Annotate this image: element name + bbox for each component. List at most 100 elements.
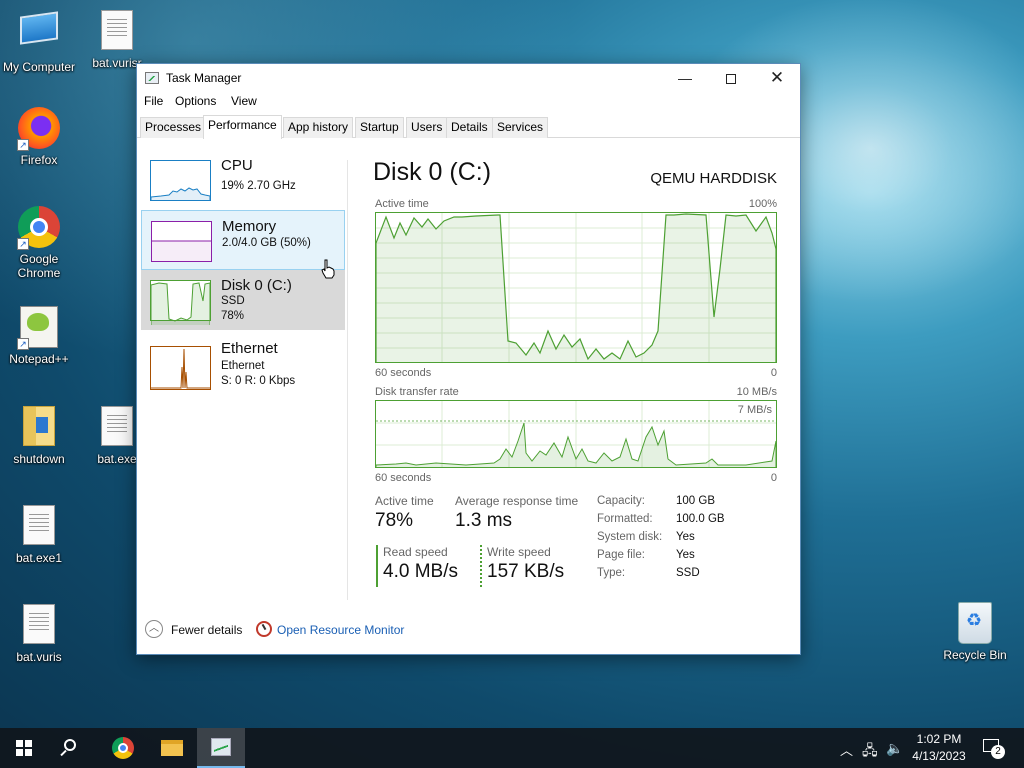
stat-read-value: 4.0 MB/s [383, 561, 458, 582]
chrome-icon [112, 737, 134, 759]
shortcut-arrow-icon: ↗ [17, 139, 29, 151]
desktop-icon-label: bat.vuris [16, 650, 62, 664]
active-time-graph [375, 212, 777, 363]
task-manager-window: Task Manager — ✕ File Options View Proce… [136, 63, 801, 655]
disk-title: Disk 0 (C:) [373, 158, 492, 186]
resource-detail: 2.0/4.0 GB (50%) [222, 237, 311, 249]
minimize-button[interactable]: — [662, 64, 708, 92]
hand-cursor-icon [321, 259, 335, 279]
tab-users[interactable]: Users [406, 117, 448, 138]
detail-system-disk-value: Yes [676, 531, 695, 543]
tab-app-history[interactable]: App history [283, 117, 354, 138]
volume-icon[interactable]: 🔈 [886, 740, 903, 757]
desktop-icon-label: Google Chrome [17, 252, 61, 280]
chevron-up-icon[interactable]: ︿ [840, 740, 853, 759]
read-speed-indicator [376, 545, 378, 587]
memory-thumbnail-graph [151, 221, 212, 262]
stat-write-value: 157 KB/s [487, 561, 565, 582]
active-time-graph-label: Active time [375, 198, 429, 210]
resource-item-cpu[interactable]: CPU 19% 2.70 GHz [141, 150, 345, 210]
desktop-icon-label: shutdown [13, 452, 65, 466]
detail-capacity-key: Capacity: [597, 495, 645, 507]
pane-divider[interactable] [347, 160, 348, 600]
desktop-icon-bat-vuris[interactable]: bat.vuris [0, 602, 79, 664]
detail-capacity-value: 100 GB [676, 495, 715, 507]
clock-date: 4/13/2023 [912, 749, 966, 763]
resource-detail: Ethernet [221, 360, 265, 372]
notification-badge: 2 [991, 745, 1005, 759]
tab-strip: Processes Performance App history Startu… [137, 115, 800, 139]
desktop-icon-firefox[interactable]: ↗ Firefox [0, 107, 79, 167]
tab-details[interactable]: Details [446, 117, 493, 138]
windows-logo-icon [16, 740, 32, 756]
disk-model: QEMU HARDDISK [650, 170, 777, 187]
desktop-icon-recycle-bin[interactable]: Recycle Bin [935, 602, 1015, 662]
desktop-icon-label: Firefox [20, 153, 58, 167]
detail-formatted-value: 100.0 GB [676, 513, 725, 525]
resource-item-disk0[interactable]: Disk 0 (C:) SSD 78% [141, 270, 345, 330]
desktop-icon-chrome[interactable]: ↗ Google Chrome [0, 206, 79, 280]
open-resource-monitor-link[interactable]: Open Resource Monitor [253, 620, 413, 640]
detail-page-file-key: Page file: [597, 549, 645, 561]
tab-startup[interactable]: Startup [355, 117, 404, 138]
search-button[interactable] [48, 728, 96, 768]
desktop-icon-bat-exe1[interactable]: bat.exe1 [0, 503, 79, 565]
network-icon[interactable]: 🖧 [862, 740, 878, 764]
transfer-rate-graph-max: 10 MB/s [736, 386, 777, 398]
tab-processes[interactable]: Processes [140, 117, 207, 138]
chevron-up-icon: ︿ [145, 620, 163, 638]
system-clock[interactable]: 1:02 PM 4/13/2023 [906, 731, 972, 765]
desktop-icon-notepadpp[interactable]: ↗ Notepad++ [0, 306, 79, 366]
start-button[interactable] [0, 728, 48, 768]
resource-item-ethernet[interactable]: Ethernet Ethernet S: 0 R: 0 Kbps [141, 336, 345, 398]
resource-item-memory[interactable]: Memory 2.0/4.0 GB (50%) [141, 210, 345, 270]
active-time-graph-time: 60 seconds [375, 367, 432, 379]
desktop-icon-label: bat.exe1 [15, 551, 63, 565]
close-button[interactable]: ✕ [754, 64, 800, 92]
folder-icon [161, 740, 183, 756]
notification-center-button[interactable]: 2 [983, 737, 1005, 759]
task-manager-icon [145, 72, 159, 84]
resource-monitor-icon [256, 621, 272, 637]
resource-detail: SSD [221, 295, 245, 307]
resource-throughput: S: 0 R: 0 Kbps [221, 375, 296, 387]
cpu-thumbnail-graph [150, 160, 211, 201]
maximize-button[interactable] [708, 64, 754, 92]
transfer-rate-graph-time: 60 seconds [375, 472, 432, 484]
menu-bar: File Options View [137, 92, 800, 112]
taskbar-file-explorer[interactable] [148, 728, 196, 768]
menu-options[interactable]: Options [175, 94, 216, 108]
resource-usage: 78% [221, 310, 245, 322]
title-bar[interactable]: Task Manager — ✕ [137, 64, 800, 92]
active-time-graph-min: 0 [770, 367, 777, 379]
tab-performance[interactable]: Performance [203, 115, 282, 139]
write-speed-indicator [480, 545, 482, 587]
document-icon [101, 10, 133, 50]
resource-name: Ethernet [221, 340, 278, 357]
desktop-icon-my-computer[interactable]: My Computer [0, 8, 79, 74]
active-time-graph-max: 100% [748, 198, 777, 210]
stat-write-label: Write speed [487, 545, 551, 559]
transfer-rate-graph-min: 0 [770, 472, 777, 484]
tab-services[interactable]: Services [492, 117, 549, 138]
ethernet-thumbnail-graph [150, 346, 211, 390]
window-footer: ︿ Fewer details Open Resource Monitor [137, 620, 800, 650]
stat-avg-response-value: 1.3 ms [455, 510, 513, 531]
taskbar-chrome[interactable] [99, 728, 147, 768]
search-icon [64, 739, 76, 751]
fewer-details-button[interactable]: ︿ Fewer details [137, 620, 247, 640]
minimize-icon: — [678, 70, 692, 86]
desktop-icon-bat-vurisr[interactable]: bat.vurisr [77, 8, 157, 70]
detail-type-value: SSD [676, 567, 700, 579]
menu-view[interactable]: View [231, 94, 257, 108]
document-icon [101, 406, 133, 446]
desktop-icon-shutdown[interactable]: shutdown [0, 404, 79, 466]
transfer-rate-marker: 7 MB/s [737, 404, 772, 416]
window-title: Task Manager [166, 71, 242, 85]
detail-system-disk-key: System disk: [597, 531, 663, 543]
stat-read-label: Read speed [383, 545, 448, 559]
menu-file[interactable]: File [144, 94, 163, 108]
script-file-icon [23, 406, 55, 446]
taskbar-task-manager[interactable] [197, 728, 245, 768]
taskbar: ︿ 🖧 🔈 1:02 PM 4/13/2023 2 [0, 728, 1024, 768]
